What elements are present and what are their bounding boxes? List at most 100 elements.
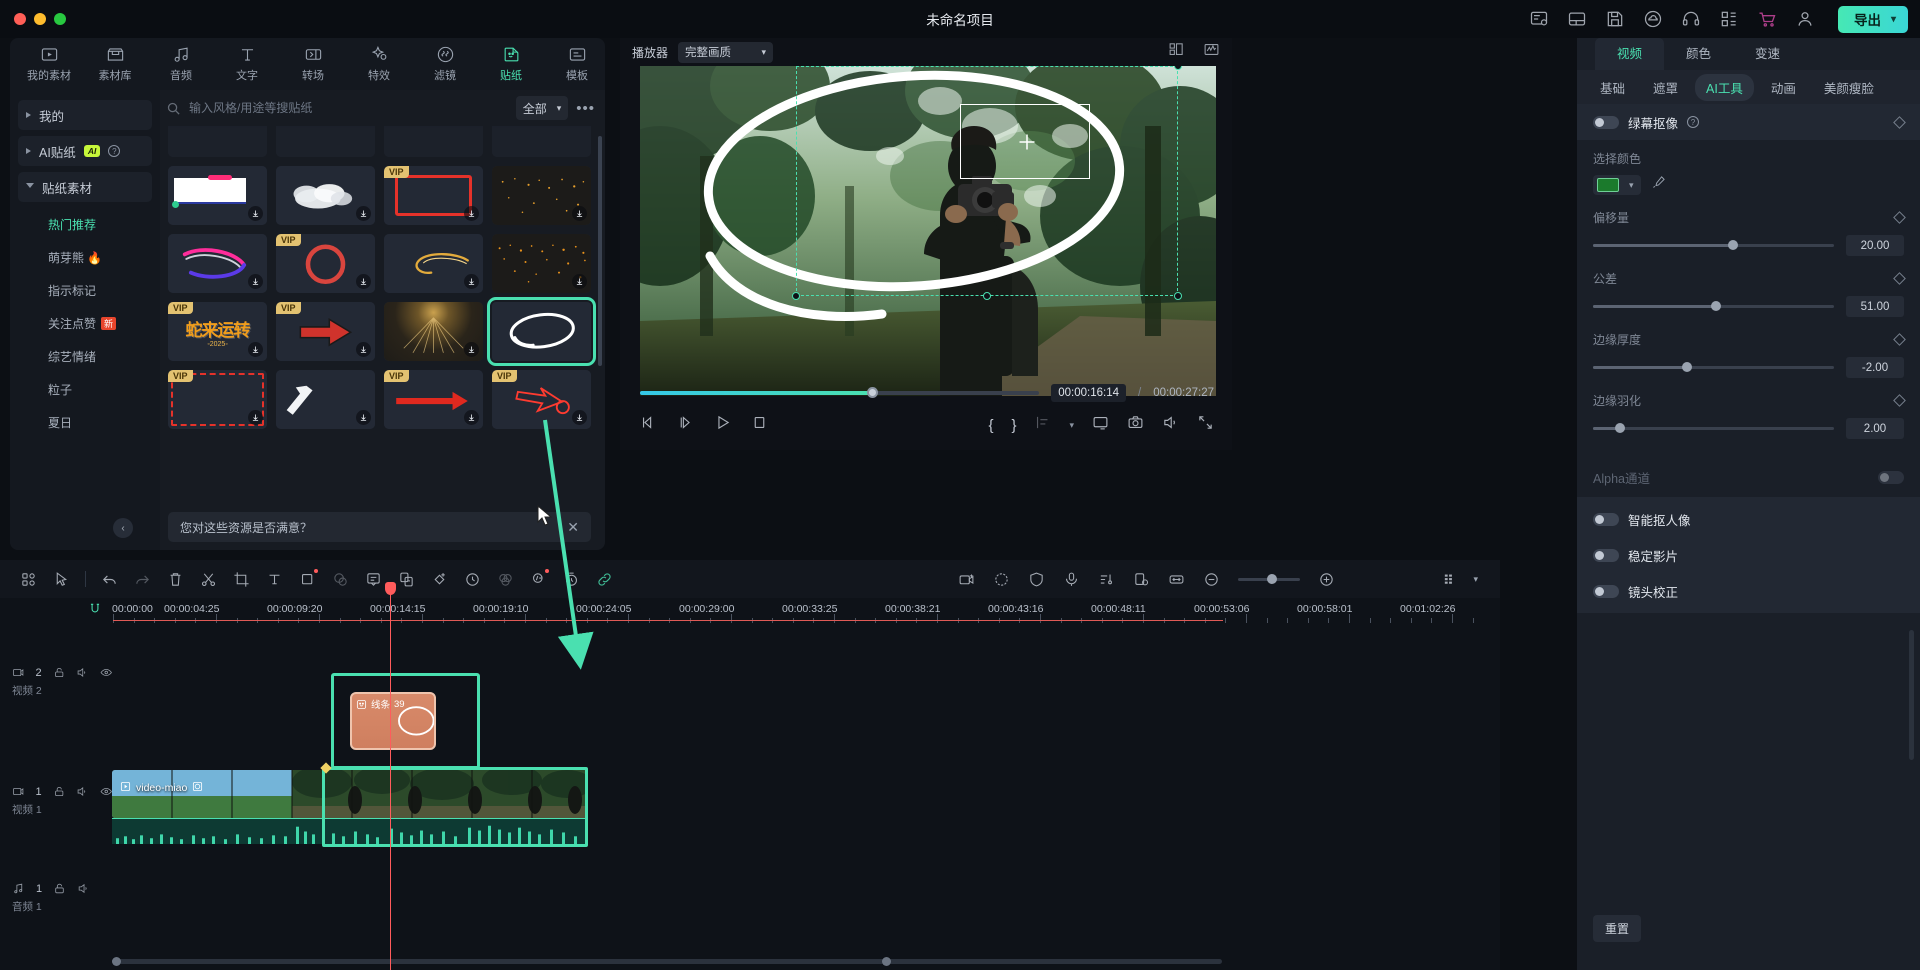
sticker-cell-white-ellipse-circle[interactable] [487, 297, 596, 366]
slider-value[interactable]: 20.00 [1846, 235, 1904, 256]
minimize-window-button[interactable] [34, 13, 46, 25]
download-icon[interactable] [572, 206, 587, 221]
progress-knob[interactable] [866, 387, 878, 398]
download-icon[interactable] [464, 410, 479, 425]
keyframe-icon[interactable] [423, 564, 456, 594]
next-frame-icon[interactable] [677, 414, 694, 436]
download-icon[interactable] [356, 342, 371, 357]
sticker-cell-gold-particles-dense[interactable] [492, 234, 591, 293]
track-header-video-1[interactable]: 1 视频 1 [12, 785, 112, 817]
mark-in-icon[interactable]: { [988, 417, 993, 434]
module-tab-audio[interactable]: 音频 [156, 45, 206, 83]
fit-timeline-icon[interactable] [1160, 564, 1193, 594]
cloud-backup-icon[interactable] [1642, 8, 1664, 30]
green-screen-icon[interactable] [950, 564, 983, 594]
playhead-handle[interactable] [385, 582, 396, 595]
more-options-icon[interactable]: ••• [576, 100, 595, 117]
sticker-cell-red-rect-frame[interactable]: VIP [384, 166, 483, 225]
sticker-cell-gold-light-rays[interactable] [384, 302, 483, 361]
volume-icon[interactable] [1162, 414, 1179, 436]
category-item-variety-emotion[interactable]: 综艺情绪 [10, 340, 160, 373]
select-tool-icon[interactable] [45, 564, 78, 594]
download-icon[interactable] [248, 206, 263, 221]
delete-icon[interactable] [159, 564, 192, 594]
layout-icon[interactable] [1566, 8, 1588, 30]
fullscreen-icon[interactable] [1197, 414, 1214, 436]
tab-speed[interactable]: 变速 [1733, 38, 1802, 70]
crop-icon[interactable] [225, 564, 258, 594]
sticker-cell[interactable] [492, 126, 591, 157]
keyframe-diamond-icon[interactable] [1893, 394, 1906, 407]
resize-handle-bottom-left[interactable] [792, 292, 800, 300]
category-item-like-follow[interactable]: 关注点赞 新 [10, 307, 160, 340]
motion-tracking-icon[interactable] [985, 564, 1018, 594]
sticker-cell-red-arrow-right[interactable]: VIP [276, 302, 375, 361]
module-tab-transition[interactable]: 转场 [288, 45, 338, 83]
subtab-beauty[interactable]: 美颜瘦脸 [1813, 74, 1885, 101]
category-item-hot[interactable]: 热门推荐 [10, 208, 160, 241]
timeline-zoom-slider[interactable] [1238, 573, 1300, 584]
sticker-grid-scrollbar[interactable] [598, 136, 602, 366]
window-controls[interactable] [0, 13, 66, 25]
alpha-channel-toggle[interactable] [1878, 470, 1904, 484]
collapse-sidebar-button[interactable]: ‹ [113, 518, 133, 538]
category-item-markers[interactable]: 指示标记 [10, 274, 160, 307]
redo-icon[interactable] [126, 564, 159, 594]
playhead[interactable]: 16 [385, 582, 396, 970]
close-window-button[interactable] [14, 13, 26, 25]
category-item-summer[interactable]: 夏日 [10, 406, 160, 439]
overlay-icon[interactable] [291, 564, 324, 594]
track-density-icon[interactable] [1434, 564, 1467, 594]
chevron-down-icon[interactable]: ▾ [1069, 420, 1074, 431]
cart-icon[interactable] [1756, 8, 1778, 30]
play-icon[interactable] [714, 414, 731, 436]
link-icon[interactable] [588, 564, 621, 594]
category-group-sticker-assets[interactable]: 贴纸素材 [18, 172, 152, 202]
filter-dropdown[interactable]: 全部 ▾ [515, 96, 569, 120]
ai-audio-icon[interactable] [522, 564, 555, 594]
progress-track[interactable] [640, 387, 1040, 398]
module-tab-sticker[interactable]: 贴纸 [486, 45, 536, 83]
headset-support-icon[interactable] [1680, 8, 1702, 30]
reset-button[interactable]: 重置 [1593, 915, 1642, 942]
timeline-ruler[interactable]: 00:00:00 00:00:04:25 00:00:09:20 00:00:1… [0, 598, 1500, 624]
account-icon[interactable] [1794, 8, 1816, 30]
timeline-vertical-scrollbar[interactable] [1909, 630, 1914, 760]
download-icon[interactable] [572, 410, 587, 425]
save-icon[interactable] [1604, 8, 1626, 30]
voiceover-icon[interactable] [1055, 564, 1088, 594]
slider-track[interactable] [1593, 301, 1834, 311]
keyframe-diamond-icon[interactable] [1893, 211, 1906, 224]
tab-video[interactable]: 视频 [1595, 38, 1665, 70]
quality-dropdown[interactable]: 完整画质 ▾ [678, 41, 774, 63]
timeline-clip-waveform[interactable] [112, 818, 587, 844]
download-icon[interactable] [248, 410, 263, 425]
sticker-cell-text-2025[interactable]: VIP 蛇来运转 ◦2025◦ [168, 302, 267, 361]
timeline-horizontal-scrollbar[interactable] [112, 957, 1222, 966]
sticker-cell-gold-particles-sparse[interactable] [492, 166, 591, 225]
speed-icon[interactable] [456, 564, 489, 594]
tab-color[interactable]: 颜色 [1664, 38, 1733, 70]
player-progress-bar[interactable]: 00:00:16:14 / 00:00:27:27 [640, 384, 1214, 402]
lens-correction-toggle[interactable] [1593, 584, 1619, 598]
split-marker-icon[interactable] [1034, 414, 1051, 436]
scope-waveform-icon[interactable] [1203, 41, 1220, 63]
category-item-bear[interactable]: 萌芽熊 🔥 [10, 241, 160, 274]
keyframe-diamond-icon[interactable] [1893, 272, 1906, 285]
sticker-cell-cloud[interactable] [276, 166, 375, 225]
download-icon[interactable] [572, 274, 587, 289]
color-match-icon[interactable] [489, 564, 522, 594]
chevron-down-icon[interactable]: ▾ [1891, 14, 1896, 25]
stabilize-toggle[interactable] [1593, 548, 1619, 562]
module-tab-my-media[interactable]: 我的素材 [24, 45, 74, 83]
chroma-key-toggle[interactable] [1593, 115, 1619, 129]
slider-value[interactable]: 2.00 [1846, 418, 1904, 439]
sticker-cell-red-long-arrow[interactable]: VIP [384, 370, 483, 429]
mark-out-icon[interactable]: } [1011, 417, 1016, 434]
sticker-cell-pink-blue-swoosh[interactable] [168, 234, 267, 293]
snapshot-icon[interactable] [1127, 414, 1144, 436]
grid-view-icon[interactable] [1168, 41, 1185, 63]
mask-tool-icon[interactable] [324, 564, 357, 594]
prev-frame-icon[interactable] [640, 414, 657, 436]
detach-audio-icon[interactable] [1125, 564, 1158, 594]
